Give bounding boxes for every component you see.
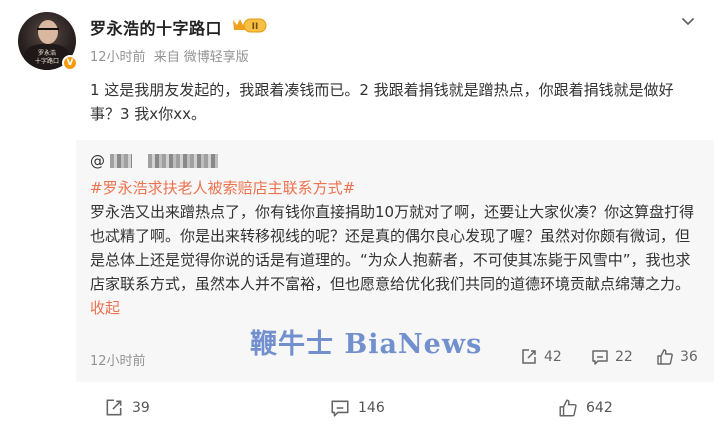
watermark: 鞭牛士 BiaNews [250, 329, 483, 360]
post-source[interactable]: 微博轻享版 [184, 50, 249, 65]
level-badge-text: II [252, 22, 259, 32]
like-count: 642 [586, 400, 613, 416]
thumb-up-icon [559, 399, 577, 417]
thumb-up-icon [657, 349, 673, 365]
verified-badge-icon: V [62, 55, 78, 71]
post-text: 1 这是我朋友发起的，我跟着凑钱而已。2 我跟着捐钱就是蹭热点，你跟着捐钱就是做… [90, 81, 674, 123]
quoted-body: 罗永浩又出来蹭热点了，你有钱你直接捐助10万就对了啊，还要让大家伙凑？你这算盘打… [90, 203, 695, 293]
quoted-time[interactable]: 12小时前 [90, 350, 146, 369]
quoted-comment-button[interactable]: 22 [591, 346, 633, 368]
quoted-repost-button[interactable]: 42 [520, 346, 562, 368]
like-button[interactable]: 642 [558, 396, 613, 420]
post-time[interactable]: 12小时前 [90, 50, 146, 65]
source-prefix: 来自 [153, 50, 180, 65]
quoted-like-count: 36 [680, 349, 698, 365]
weibo-post: 罗永浩 十字路口 V 罗永浩的十字路口 II 12小时前 来自 微博轻享版 1 这… [0, 0, 714, 425]
hashtag-link[interactable]: #罗永浩求扶老人被索赔店主联系方式# [90, 179, 355, 197]
comment-count: 146 [358, 400, 385, 416]
quoted-text-block: #罗永浩求扶老人被索赔店主联系方式# 罗永浩又出来蹭热点了，你有钱你直接捐助10… [90, 176, 702, 320]
comment-icon [592, 350, 608, 365]
avatar-glasses [37, 28, 59, 33]
collapse-link[interactable]: 收起 [90, 299, 120, 317]
quoted-author-at[interactable]: @ [90, 152, 105, 170]
post-meta: 12小时前 来自 微博轻享版 [90, 46, 253, 65]
comment-icon [331, 400, 349, 417]
repost-icon [106, 399, 122, 416]
crown-badge-icon[interactable]: II [231, 16, 267, 34]
blurred-username-part1 [110, 154, 132, 168]
chevron-down-icon[interactable] [678, 12, 698, 32]
repost-button[interactable]: 39 [104, 396, 150, 420]
repost-count: 39 [132, 400, 150, 416]
username[interactable]: 罗永浩的十字路口 [90, 15, 222, 39]
repost-icon [522, 349, 536, 364]
quoted-like-button[interactable]: 36 [656, 346, 698, 368]
comment-button[interactable]: 146 [330, 396, 385, 420]
blurred-username-part2 [148, 154, 218, 168]
quoted-repost-count: 42 [544, 349, 562, 365]
quoted-comment-count: 22 [615, 349, 633, 365]
